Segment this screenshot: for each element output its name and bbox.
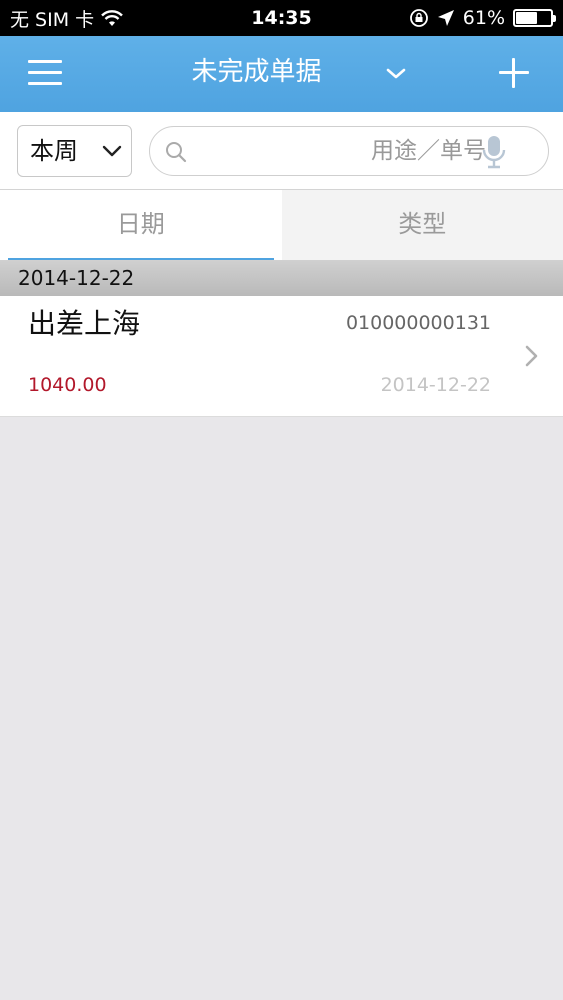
- chevron-down-icon[interactable]: [384, 62, 408, 86]
- microphone-icon[interactable]: [482, 135, 506, 169]
- date-group-header: 2014-12-22: [0, 260, 563, 296]
- rotation-lock-icon: [409, 9, 428, 27]
- status-right: 61%: [409, 0, 556, 36]
- record-number: 010000000131: [345, 312, 491, 334]
- location-icon: [437, 10, 454, 26]
- battery-fill: [516, 12, 537, 24]
- search-box[interactable]: [149, 126, 549, 176]
- record-purpose: 出差上海: [28, 307, 141, 340]
- battery-percent: 61%: [462, 7, 505, 29]
- filter-bar: 本周: [0, 112, 563, 190]
- page-title[interactable]: 未完成单据: [0, 36, 563, 108]
- tab-type[interactable]: 类型: [281, 190, 563, 260]
- record-date: 2014-12-22: [380, 374, 491, 396]
- tab-bar: 日期 类型: [0, 190, 563, 260]
- tab-date[interactable]: 日期: [0, 190, 282, 260]
- search-input[interactable]: [196, 133, 486, 169]
- battery-icon: [513, 9, 556, 27]
- wifi-icon: [101, 10, 123, 26]
- carrier-label: 无 SIM 卡: [10, 8, 95, 31]
- chevron-right-icon: [525, 345, 538, 367]
- status-bar: 无 SIM 卡 14:35 61%: [0, 0, 563, 36]
- chevron-down-icon: [102, 145, 122, 157]
- plus-icon[interactable]: [499, 58, 529, 88]
- list-item[interactable]: 出差上海 010000000131 1040.00 2014-12-22: [0, 296, 563, 417]
- status-left: 无 SIM 卡: [10, 0, 124, 36]
- record-amount: 1040.00: [28, 374, 107, 396]
- nav-bar: 未完成单据: [0, 36, 563, 112]
- period-select[interactable]: 本周: [17, 125, 132, 177]
- search-icon: [166, 142, 187, 163]
- period-select-value: 本周: [30, 137, 78, 165]
